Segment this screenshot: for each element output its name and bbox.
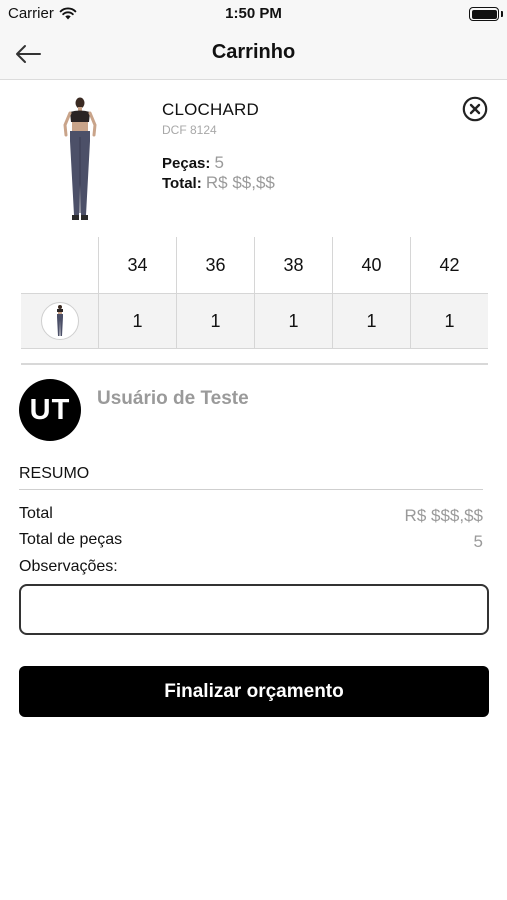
product-code: DCF 8124 [162, 123, 217, 137]
status-bar: Carrier 1:50 PM [0, 0, 507, 28]
total-value: R$ $$,$$ [205, 173, 275, 192]
summary-heading: RESUMO [19, 465, 90, 482]
battery-tip [500, 11, 503, 17]
finish-quote-button[interactable]: Finalizar orçamento [19, 666, 489, 717]
remove-item-button[interactable] [462, 96, 488, 122]
size-grid: 34 36 38 40 42 1 1 1 1 1 [21, 237, 488, 349]
summary-total-label: Total [19, 505, 53, 522]
user-name: Usuário de Teste [97, 388, 249, 409]
quantity-cell-40[interactable]: 1 [333, 294, 411, 348]
product-image [34, 95, 126, 225]
product-quantity: Peças: 5 [162, 153, 224, 173]
quantity-cell-42[interactable]: 1 [411, 294, 488, 348]
page-title: Carrinho [211, 41, 296, 63]
total-label: Total: [162, 175, 202, 192]
size-cell-40: 40 [333, 237, 411, 293]
grid-corner-cell [21, 237, 99, 293]
summary-pieces-value: 5 [473, 532, 483, 551]
avatar: UT [19, 379, 81, 441]
size-cell-36: 36 [177, 237, 255, 293]
notes-label: Observações: [19, 558, 118, 575]
close-circle-icon [462, 96, 488, 122]
product-total: Total: R$ $$,$$ [162, 173, 275, 193]
section-divider [21, 363, 488, 365]
summary-pieces-label: Total de peças [19, 531, 123, 548]
product-name: CLOCHARD [162, 100, 260, 119]
quantity-cell-38[interactable]: 1 [255, 294, 333, 348]
quantity-value: 5 [214, 153, 225, 172]
size-cell-38: 38 [255, 237, 333, 293]
size-cell-42: 42 [439, 254, 460, 275]
quantity-cell-34[interactable]: 1 [99, 294, 177, 348]
size-header-row: 34 36 38 40 42 [21, 237, 488, 293]
size-cell-34: 34 [99, 237, 177, 293]
quantity-label: Peças: [162, 155, 211, 172]
battery-icon [469, 7, 499, 21]
quantity-cell-36[interactable]: 1 [177, 294, 255, 348]
product-thumbnail [40, 302, 79, 340]
product-thumbnail-cell [21, 294, 99, 348]
navigation-bar: Carrinho [0, 28, 507, 80]
summary-total-value: R$ $$$,$$ [404, 506, 483, 525]
clock: 1:50 PM [225, 5, 282, 22]
quantity-row: 1 1 1 1 1 [21, 293, 488, 349]
summary-divider [19, 489, 483, 490]
notes-input[interactable] [19, 584, 489, 635]
